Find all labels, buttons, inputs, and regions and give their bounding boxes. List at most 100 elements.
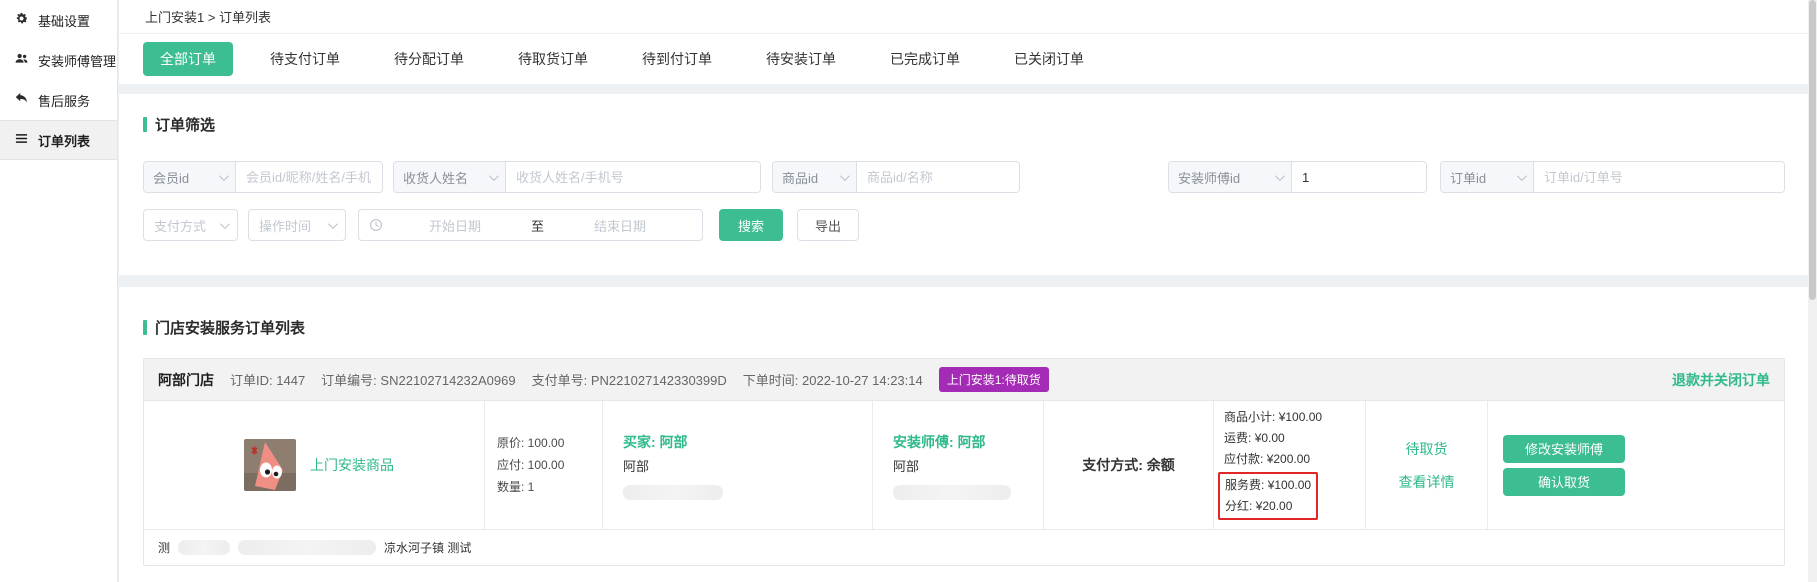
- filter-row-2: 支付方式 操作时间 开始日期 至 结束日期 搜索 导出: [143, 209, 1785, 241]
- product-cell: 上门安装商品: [144, 401, 485, 529]
- filter-consignee: 收货人姓名: [393, 161, 761, 193]
- filter-installer: 安装师傅id: [1168, 161, 1427, 193]
- installer-phone-redacted: [893, 485, 1011, 500]
- tab-pending-install[interactable]: 待安装订单: [749, 42, 853, 76]
- order-search-input[interactable]: [1534, 162, 1784, 192]
- product-search-input[interactable]: [857, 162, 1019, 192]
- view-details-link[interactable]: 查看详情: [1399, 472, 1455, 492]
- sidebar-item-order-list[interactable]: 订单列表: [0, 120, 117, 160]
- status-badge: 上门安装1:待取货: [939, 367, 1049, 392]
- installer-cell: 安装师傅: 阿部 阿部: [873, 401, 1044, 529]
- main-content: 上门安装1 > 订单列表 全部订单 待支付订单 待分配订单 待取货订单 待到付订…: [119, 0, 1809, 582]
- date-range-picker[interactable]: 开始日期 至 结束日期: [358, 209, 703, 241]
- store-name: 阿部门店: [158, 370, 214, 390]
- chevron-down-icon: [220, 219, 230, 229]
- confirm-pickup-button[interactable]: 确认取货: [1503, 468, 1625, 496]
- original-price: 原价: 100.00: [497, 432, 602, 454]
- clock-icon: [369, 218, 383, 232]
- tab-all-orders[interactable]: 全部订单: [143, 42, 233, 76]
- product-field-select[interactable]: 商品id: [773, 162, 857, 192]
- order-number: 订单编号: SN22102714232A0969: [321, 370, 515, 389]
- payment-method-select[interactable]: 支付方式: [143, 209, 238, 241]
- scrollbar-thumb[interactable]: [1809, 0, 1816, 300]
- sidebar-item-label: 订单列表: [38, 131, 90, 150]
- page-scrollbar: [1808, 0, 1817, 582]
- chevron-down-icon: [840, 171, 850, 181]
- order-list-section: 门店安装服务订单列表 阿部门店 订单ID: 1447 订单编号: SN22102…: [119, 287, 1809, 582]
- order-time: 下单时间: 2022-10-27 14:23:14: [743, 370, 923, 389]
- sidebar: 基础设置 安装师傅管理 售后服务 订单列表: [0, 0, 118, 582]
- chevron-down-icon: [489, 171, 499, 181]
- order-id: 订单ID: 1447: [230, 370, 305, 389]
- tab-closed[interactable]: 已关闭订单: [997, 42, 1101, 76]
- section-divider: [119, 275, 1809, 287]
- amount-due-line: 应付款: ¥200.00: [1224, 449, 1365, 470]
- order-row: 上门安装商品 原价: 100.00 应付: 100.00 数量: 1 买家: 阿…: [144, 401, 1784, 529]
- sidebar-item-label: 安装师傅管理: [38, 51, 116, 70]
- sidebar-item-basic-settings[interactable]: 基础设置: [0, 0, 117, 40]
- member-field-select[interactable]: 会员id: [144, 162, 236, 192]
- order-admin-page: 基础设置 安装师傅管理 售后服务 订单列表 上门安装1 > 订单列表 全部订单 …: [0, 0, 1817, 582]
- title-accent-bar: [143, 117, 147, 132]
- chevron-down-icon: [219, 171, 229, 181]
- payment-method-cell: 支付方式: 余额: [1044, 401, 1214, 529]
- section-divider: [119, 84, 1809, 94]
- sidebar-item-installer-management[interactable]: 安装师傅管理: [0, 40, 117, 80]
- consignee-search-input[interactable]: [506, 162, 760, 192]
- installer-search-input[interactable]: [1292, 162, 1426, 192]
- search-button[interactable]: 搜索: [719, 209, 783, 241]
- chevron-down-icon: [1275, 171, 1285, 181]
- export-button[interactable]: 导出: [797, 209, 859, 241]
- buyer-cell: 买家: 阿部 阿部: [603, 401, 873, 529]
- product-name-link[interactable]: 上门安装商品: [310, 455, 394, 475]
- order-card: 阿部门店 订单ID: 1447 订单编号: SN22102714232A0969…: [143, 358, 1785, 566]
- order-filter-section: 订单筛选 会员id 收货人姓名 商品id: [119, 94, 1809, 275]
- tab-pending-pickup[interactable]: 待取货订单: [501, 42, 605, 76]
- subtotal-line: 商品小计: ¥100.00: [1224, 407, 1365, 428]
- product-price-info-cell: 原价: 100.00 应付: 100.00 数量: 1: [485, 401, 603, 529]
- breadcrumb: 上门安装1 > 订单列表: [119, 0, 1809, 34]
- tab-pending-payment[interactable]: 待支付订单: [253, 42, 357, 76]
- installer-account: 阿部: [893, 455, 1043, 479]
- address-prefix: 测: [158, 539, 170, 556]
- date-separator: 至: [527, 216, 548, 235]
- order-card-header: 阿部门店 订单ID: 1447 订单编号: SN22102714232A0969…: [144, 359, 1784, 401]
- sidebar-item-after-sales[interactable]: 售后服务: [0, 80, 117, 120]
- tab-completed[interactable]: 已完成订单: [873, 42, 977, 76]
- reply-arrow-icon: [14, 91, 29, 109]
- list-icon: [14, 131, 29, 149]
- tab-pending-cod[interactable]: 待到付订单: [625, 42, 729, 76]
- order-actions-cell: 修改安装师傅 确认取货: [1488, 401, 1784, 529]
- start-date-placeholder: 开始日期: [383, 216, 527, 235]
- filter-section-title: 订单筛选: [143, 114, 1785, 135]
- sidebar-item-label: 售后服务: [38, 91, 90, 110]
- order-status-tabs: 全部订单 待支付订单 待分配订单 待取货订单 待到付订单 待安装订单 已完成订单…: [119, 34, 1809, 84]
- order-status-text: 待取货: [1406, 439, 1448, 459]
- refund-close-link[interactable]: 退款并关闭订单: [1672, 370, 1770, 390]
- filter-row-1: 会员id 收货人姓名 商品id: [143, 161, 1785, 193]
- filter-member: 会员id: [143, 161, 383, 193]
- address-suffix: 凉水河子镇 测试: [384, 539, 471, 556]
- order-field-select[interactable]: 订单id: [1441, 162, 1534, 192]
- users-icon: [14, 51, 29, 69]
- filter-order: 订单id: [1440, 161, 1785, 193]
- end-date-placeholder: 结束日期: [548, 216, 692, 235]
- member-search-input[interactable]: [236, 162, 382, 192]
- quantity: 数量: 1: [497, 476, 602, 498]
- buyer-label-row: 买家: 阿部: [623, 430, 872, 455]
- consignee-field-select[interactable]: 收货人姓名: [394, 162, 506, 192]
- product-image: [244, 439, 296, 491]
- installer-field-select[interactable]: 安装师傅id: [1169, 162, 1292, 192]
- title-accent-bar: [143, 320, 147, 335]
- change-installer-button[interactable]: 修改安装师傅: [1503, 435, 1625, 463]
- tab-pending-assignment[interactable]: 待分配订单: [377, 42, 481, 76]
- order-address-footer: 测 凉水河子镇 测试: [144, 529, 1784, 565]
- dividend-line: 分红: ¥20.00: [1225, 496, 1311, 517]
- chevron-down-icon: [1517, 171, 1527, 181]
- sidebar-item-label: 基础设置: [38, 11, 90, 30]
- service-fee-line: 服务费: ¥100.00: [1225, 475, 1311, 496]
- highlight-annotation-box: 服务费: ¥100.00 分红: ¥20.00: [1218, 472, 1318, 520]
- operation-time-select[interactable]: 操作时间: [248, 209, 346, 241]
- filter-product: 商品id: [772, 161, 1020, 193]
- order-totals-cell: 商品小计: ¥100.00 运费: ¥0.00 应付款: ¥200.00 服务费…: [1214, 401, 1366, 529]
